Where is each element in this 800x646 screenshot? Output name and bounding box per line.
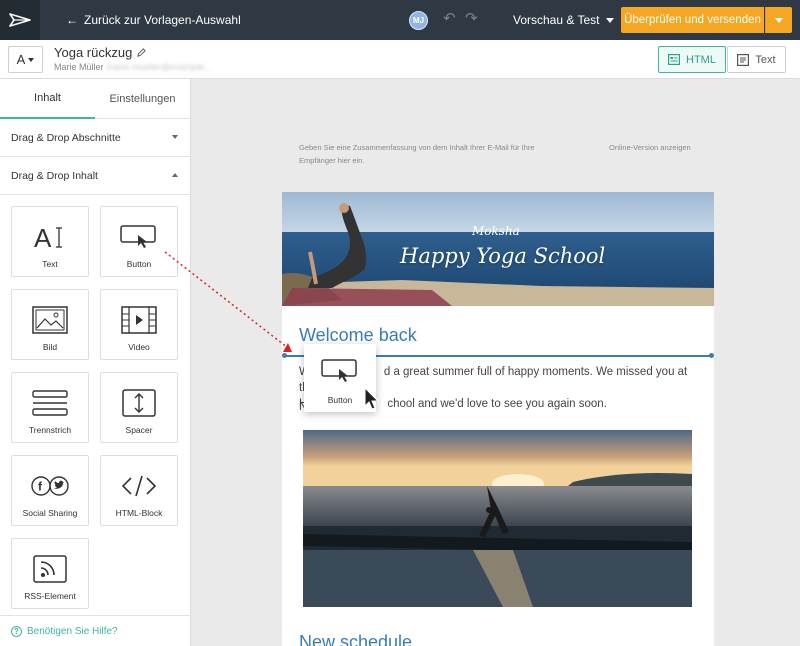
sunset-photo (303, 430, 692, 607)
preheader-text[interactable]: Geben Sie eine Zusammenfassung von dem I… (299, 141, 569, 167)
chevron-down-icon (605, 17, 614, 23)
tile-rss-element[interactable]: RSS-Element (11, 538, 89, 609)
sidebar-tabs: Inhalt Einstellungen (0, 79, 190, 119)
preview-test-label: Vorschau & Test (513, 13, 600, 27)
svg-text:f: f (38, 480, 43, 494)
chevron-down-icon (172, 135, 178, 139)
editor-subheader: A Yoga rückzug Marie Müller marie.muelle… (0, 40, 800, 79)
tile-html-block[interactable]: HTML-Block (100, 455, 178, 526)
font-button-label: A (16, 52, 26, 67)
top-bar: ← Zurück zur Vorlagen-Auswahl MJ ↶ ↷ Vor… (0, 0, 800, 40)
tile-label: Bild (42, 342, 58, 352)
tile-divider[interactable]: Trennstrich (11, 372, 89, 443)
code-icon (101, 470, 177, 502)
undo-icon[interactable]: ↶ (443, 11, 456, 27)
hero-title: Happy Yoga School (400, 244, 606, 268)
rss-icon (12, 553, 88, 585)
pencil-icon[interactable] (137, 48, 147, 57)
body-text-part: chool and we'd love to see you again soo… (387, 398, 607, 410)
hero-brand: Moksha (472, 224, 520, 238)
email-canvas: Moksha Happy Yoga School Welcome back Wd… (282, 192, 714, 646)
accordion-label: Drag & Drop Abschnitte (11, 131, 121, 144)
document-author: Marie Müller marie.mueller@example... (54, 62, 212, 72)
content-sidebar: Inhalt Einstellungen Drag & Drop Abschni… (0, 79, 191, 646)
redo-icon[interactable]: ↷ (465, 11, 478, 27)
back-link-label: Zurück zur Vorlagen-Auswahl (84, 13, 241, 27)
sunset-yoga-image[interactable] (303, 430, 692, 607)
help-icon: ? (11, 625, 22, 637)
social-icon: f (12, 470, 88, 502)
section-drag-drop-content[interactable]: Drag & Drop Inhalt (0, 157, 190, 195)
author-name: Marie Müller (54, 62, 104, 72)
tile-label: Spacer (125, 425, 153, 435)
view-html-label: HTML (686, 53, 716, 66)
app-logo[interactable] (0, 0, 40, 40)
author-email: marie.mueller@example... (106, 62, 212, 72)
help-label: Benötigen Sie Hilfe? (27, 625, 118, 637)
arrow-left-icon: ← (66, 13, 78, 27)
view-text-label: Text (755, 53, 776, 66)
mouse-cursor-icon (364, 387, 380, 410)
accordion-label: Drag & Drop Inhalt (11, 169, 98, 182)
tile-video[interactable]: Video (100, 289, 178, 360)
review-and-send-button[interactable]: Überprüfen und versenden (621, 7, 764, 33)
document-title-text: Yoga rückzug (54, 45, 133, 60)
back-to-templates-link[interactable]: ← Zurück zur Vorlagen-Auswahl (66, 13, 241, 27)
welcome-heading[interactable]: Welcome back (299, 325, 417, 346)
paper-plane-icon (9, 13, 31, 27)
font-style-button[interactable]: A (8, 46, 43, 73)
tile-button[interactable]: Button (100, 206, 178, 277)
new-schedule-heading[interactable]: New schedule (299, 632, 412, 646)
tab-content[interactable]: Inhalt (0, 79, 95, 119)
tile-label: Button (126, 259, 152, 269)
text-icon: A (12, 221, 88, 253)
tile-label: Trennstrich (28, 425, 72, 435)
help-link[interactable]: ? Benötigen Sie Hilfe? (0, 615, 190, 646)
tile-label: RSS-Element (24, 591, 76, 601)
button-icon (304, 356, 376, 386)
tile-label: Social Sharing (22, 508, 78, 518)
section-drag-drop-sections[interactable]: Drag & Drop Abschnitte (0, 119, 190, 157)
tile-image[interactable]: Bild (11, 289, 89, 360)
send-options-dropdown[interactable] (765, 7, 792, 33)
tile-label: HTML-Block (115, 508, 163, 518)
tab-settings[interactable]: Einstellungen (95, 79, 190, 119)
tile-label: Text (42, 259, 58, 269)
view-html-button[interactable]: HTML (658, 46, 726, 73)
spacer-icon (101, 387, 177, 419)
tile-label: Video (128, 342, 150, 352)
text-view-icon (737, 53, 750, 66)
hero-image[interactable]: Moksha Happy Yoga School (282, 192, 714, 306)
video-icon (101, 304, 177, 336)
button-icon (101, 221, 177, 253)
chevron-up-icon (172, 173, 178, 177)
online-version-link[interactable]: Online-Version anzeigen (609, 141, 691, 154)
tile-social-sharing[interactable]: f Social Sharing (11, 455, 89, 526)
chevron-down-icon (28, 57, 35, 62)
document-title[interactable]: Yoga rückzug (54, 45, 147, 60)
tile-text[interactable]: A Text (11, 206, 89, 277)
view-text-button[interactable]: Text (727, 46, 786, 73)
svg-text:A: A (34, 223, 52, 251)
html-view-icon (668, 54, 681, 65)
tile-spacer[interactable]: Spacer (100, 372, 178, 443)
preview-test-menu[interactable]: Vorschau & Test (513, 13, 614, 27)
avatar[interactable]: MJ (409, 11, 428, 30)
chevron-down-icon (775, 17, 783, 23)
image-icon (12, 304, 88, 336)
divider-icon (12, 387, 88, 419)
